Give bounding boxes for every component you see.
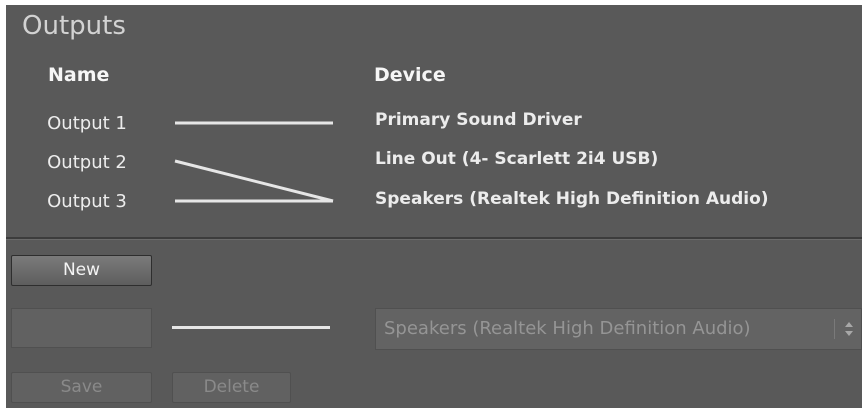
output-name-input[interactable]	[11, 308, 152, 348]
save-button[interactable]: Save	[11, 372, 152, 403]
device-select[interactable]: Speakers (Realtek High Definition Audio)	[375, 308, 862, 350]
select-separator	[834, 319, 835, 339]
outputs-panel: Outputs Name Device Output 1 Output 2 Ou…	[6, 5, 862, 408]
delete-button[interactable]: Delete	[172, 372, 291, 403]
connection-line-output-2	[174, 159, 334, 203]
section-divider	[6, 237, 862, 240]
new-button[interactable]: New	[11, 255, 152, 286]
up-down-arrows-icon	[845, 322, 853, 336]
connection-lines	[174, 121, 334, 203]
editor-connection-line	[172, 326, 330, 329]
device-select-value: Speakers (Realtek High Definition Audio)	[384, 318, 751, 339]
